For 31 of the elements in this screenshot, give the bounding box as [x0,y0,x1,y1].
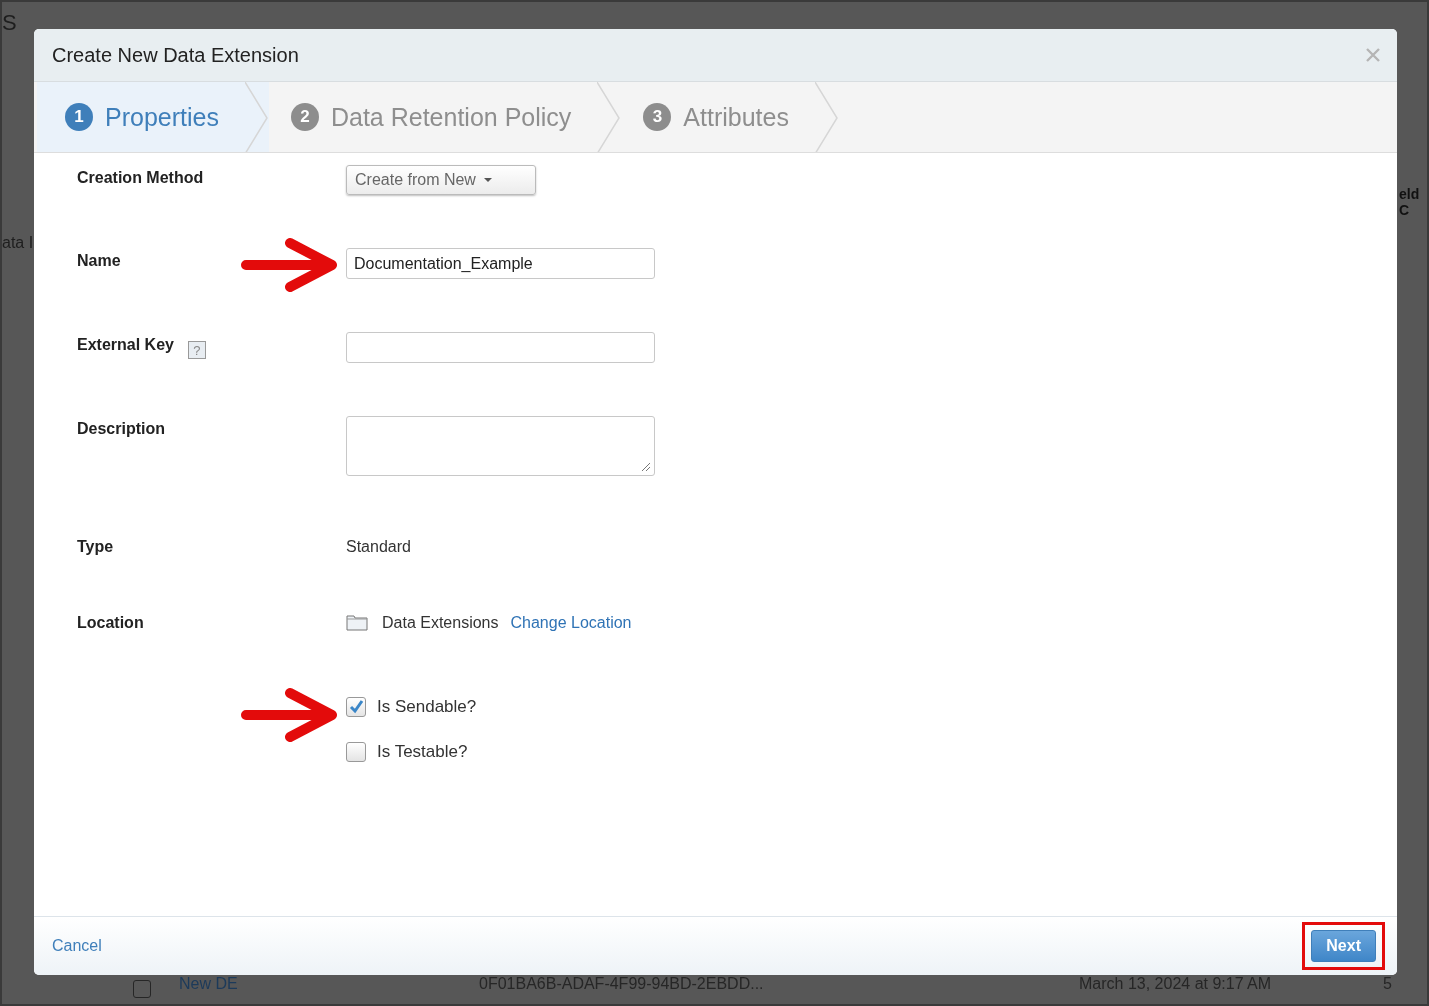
dialog-title: Create New Data Extension [52,43,299,67]
checkbox[interactable] [346,742,366,762]
wizard-step[interactable]: 1 Properties [37,82,269,152]
close-icon[interactable] [1365,47,1381,63]
location-value: Data Extensions [382,614,499,632]
column-header: eld C [1399,186,1421,218]
help-icon[interactable]: ? [187,341,206,359]
checkbox-label: Is Sendable? [377,697,477,717]
description-field[interactable] [346,416,655,476]
field-label: Creation Method [77,169,204,187]
field-label: Name [77,252,121,270]
text-field[interactable] [346,332,655,363]
next-button[interactable]: Next [1311,930,1376,962]
text-field[interactable]: Documentation_Example [346,248,655,279]
change-location-link[interactable]: Change Location [510,614,632,632]
checkbox-label: Is Testable? [377,742,468,762]
checkbox[interactable] [346,697,366,717]
heading-text: S [2,10,17,36]
folder-icon [346,615,368,631]
field-label: Type [77,538,114,556]
field-label: External Key [77,336,174,354]
creation-method-dropdown[interactable]: Create from New [346,165,536,195]
caret-icon [483,178,492,182]
field-label: Location [77,614,144,632]
cancel-link[interactable]: Cancel [52,937,102,955]
wizard-step[interactable]: 2 Data Retention Policy [268,82,622,152]
wizard-step[interactable]: 3 Attributes [621,82,839,152]
type-value: Standard [346,538,411,555]
resize-grip-icon[interactable] [641,462,651,472]
field-label: Description [77,420,165,438]
row-checkbox[interactable] [133,980,151,998]
